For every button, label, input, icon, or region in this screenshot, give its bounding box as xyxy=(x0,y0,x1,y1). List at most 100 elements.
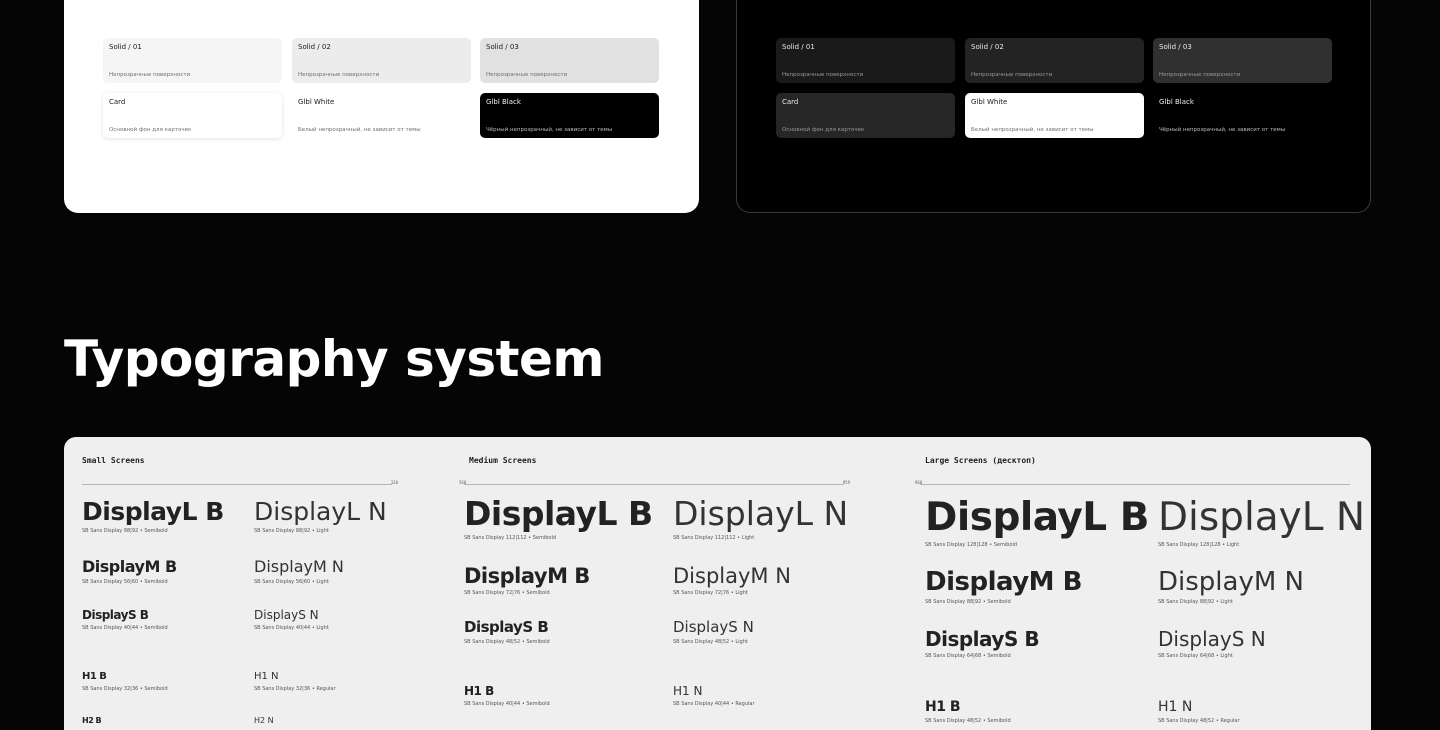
type-sample-spec: SB Sans Display 72|76 • Semibold xyxy=(464,590,550,597)
type-sample-name: H1 N xyxy=(1158,699,1193,715)
type-sample: H1 N SB Sans Display 48|52 • Regular xyxy=(1158,700,1240,724)
type-sample-name: H1 B xyxy=(925,699,961,715)
type-sample: DisplayM N SB Sans Display 56|60 • Light xyxy=(254,557,344,585)
type-sample-spec: SB Sans Display 128|128 • Semibold xyxy=(925,541,1018,548)
type-sample-name: DisplayS N xyxy=(254,608,319,622)
color-tile: Glbl White Белый непрозрачный, не зависит… xyxy=(292,93,471,138)
color-tile-description: Непрозрачные поверхности xyxy=(486,72,568,78)
type-sample: DisplayL N SB Sans Display 112|112 • Ligh… xyxy=(673,496,848,541)
color-tile-description: Непрозрачные поверхности xyxy=(782,72,864,78)
color-tile: Solid / 02 Непрозрачные поверхности xyxy=(292,38,471,83)
type-sample-spec: SB Sans Display 88|92 • Light xyxy=(254,528,329,535)
type-sample-spec: SB Sans Display 112|112 • Light xyxy=(673,534,755,541)
type-sample-name: DisplayS N xyxy=(673,618,754,636)
color-tile: Solid / 01 Непрозрачные поверхности xyxy=(776,38,955,83)
type-sample: DisplayL B SB Sans Display 112|112 • Semi… xyxy=(464,496,653,541)
type-sample-spec: SB Sans Display 88|92 • Semibold xyxy=(82,528,168,535)
color-tile: Card Основной фон для карточек xyxy=(103,93,282,138)
type-sample: H1 N SB Sans Display 40|44 • Regular xyxy=(673,685,755,707)
color-tile-name: Solid / 01 xyxy=(109,43,142,51)
type-sample-name: DisplayL B xyxy=(82,497,224,526)
type-sample: DisplayS N SB Sans Display 40|44 • Light xyxy=(254,609,329,631)
color-tile-name: Glbl Black xyxy=(486,98,521,106)
large-screens-ruler: 960 xyxy=(915,480,1350,485)
type-sample-name: DisplayS B xyxy=(82,608,149,622)
type-sample: DisplayM B SB Sans Display 56|60 • Semibo… xyxy=(82,557,177,585)
type-sample-spec: SB Sans Display 56|60 • Semibold xyxy=(82,578,168,585)
small-screens-ruler: 320 xyxy=(82,480,398,485)
type-sample-spec: SB Sans Display 48|52 • Regular xyxy=(1158,717,1240,724)
type-sample: DisplayS N SB Sans Display 48|52 • Light xyxy=(673,618,754,645)
type-sample-name: H2 B xyxy=(82,716,102,725)
color-tile-description: Основной фон для карточек xyxy=(109,127,192,133)
medium-screens-heading: Medium Screens xyxy=(469,456,537,465)
type-sample-spec: SB Sans Display 88|92 • Semibold xyxy=(925,599,1011,606)
type-sample: H1 B SB Sans Display 48|52 • Semibold xyxy=(925,700,1011,724)
type-sample-spec: SB Sans Display 48|52 • Light xyxy=(673,638,748,645)
light-theme-panel: Полупрозрачные поверхностиПолупрозрачные… xyxy=(64,0,699,213)
type-sample: H1 N SB Sans Display 32|36 • Regular xyxy=(254,671,336,691)
color-tile-name: Glbl Black xyxy=(1159,98,1194,106)
type-sample-name: DisplayS B xyxy=(464,618,549,636)
type-sample: DisplayS B SB Sans Display 48|52 • Semibo… xyxy=(464,618,550,645)
type-sample-spec: SB Sans Display 48|52 • Semibold xyxy=(464,638,550,645)
color-tile: Solid / 02 Непрозрачные поверхности xyxy=(965,38,1144,83)
type-sample: DisplayM N SB Sans Display 72|76 • Light xyxy=(673,565,791,596)
type-sample-spec: SB Sans Display 56|60 • Light xyxy=(254,578,329,585)
type-sample-spec: SB Sans Display 88|92 • Light xyxy=(1158,599,1233,606)
section-title: Typography system xyxy=(64,330,605,388)
color-tile-name: Glbl White xyxy=(298,98,335,106)
color-tile-description: Белый непрозрачный, не зависит от темы xyxy=(298,127,421,133)
type-sample-name: DisplayM N xyxy=(254,557,344,576)
color-tile-name: Glbl White xyxy=(971,98,1008,106)
color-tile-description: Чёрный непрозрачный, не зависит от темы xyxy=(1159,127,1286,133)
medium-screens-ruler: 560 959 xyxy=(459,480,850,485)
type-sample-name: DisplayS B xyxy=(925,627,1040,651)
color-tile: Glbl Black Чёрный непрозрачный, не зависи… xyxy=(1153,93,1332,138)
ruler-right-label: 320 xyxy=(390,480,398,485)
type-sample-name: DisplayM B xyxy=(925,567,1082,597)
color-tile-description: Непрозрачные поверхности xyxy=(971,72,1053,78)
type-sample-spec: SB Sans Display 64|68 • Light xyxy=(1158,653,1233,659)
type-sample-name: DisplayL B xyxy=(925,495,1149,540)
type-sample: DisplayM B SB Sans Display 72|76 • Semibo… xyxy=(464,565,590,596)
type-sample-spec: SB Sans Display 64|68 • Semibold xyxy=(925,653,1011,659)
type-sample-name: DisplayM B xyxy=(464,564,590,588)
color-tile-description: Непрозрачные поверхности xyxy=(1159,72,1241,78)
type-sample-spec: SB Sans Display 40|44 • Light xyxy=(254,624,329,631)
type-sample-spec: SB Sans Display 40|44 • Semibold xyxy=(82,624,168,631)
small-screens-heading: Small Screens xyxy=(82,456,145,465)
color-tile-name: Card xyxy=(782,98,799,106)
type-sample-name: DisplayL N xyxy=(254,497,387,526)
type-sample-spec: SB Sans Display 48|52 • Semibold xyxy=(925,717,1011,724)
color-tile-description: Чёрный непрозрачный, не зависит от темы xyxy=(486,127,613,133)
color-tile-name: Solid / 03 xyxy=(1159,43,1192,51)
large-screens-heading: Large Screens (десктоп) xyxy=(925,456,1036,465)
type-sample-name: DisplayM N xyxy=(673,564,791,588)
type-sample-name: H1 N xyxy=(673,684,703,698)
type-sample-spec: SB Sans Display 112|112 • Semibold xyxy=(464,534,557,541)
type-sample-name: H1 B xyxy=(464,684,494,698)
color-tile: Solid / 03 Непрозрачные поверхности xyxy=(1153,38,1332,83)
ruler-right-label: 959 xyxy=(842,480,850,485)
type-sample-spec: SB Sans Display 128|128 • Light xyxy=(1158,541,1240,548)
type-sample: DisplayS N SB Sans Display 64|68 • Light xyxy=(1158,629,1266,660)
type-sample-name: DisplayM B xyxy=(82,557,177,576)
color-tile-description: Основной фон для карточек xyxy=(782,127,865,133)
type-sample: H1 B SB Sans Display 40|44 • Semibold xyxy=(464,685,550,707)
type-sample-name: DisplayL N xyxy=(1158,495,1366,540)
color-tile-description: Непрозрачные поверхности xyxy=(298,72,380,78)
typography-card: Small Screens 320 Medium Screens 560 959… xyxy=(64,437,1371,730)
color-tile: Glbl Black Чёрный непрозрачный, не зависи… xyxy=(480,93,659,138)
type-sample: H2 B xyxy=(82,716,102,728)
type-sample: DisplayL B SB Sans Display 128|128 • Semi… xyxy=(925,495,1149,548)
type-sample-spec: SB Sans Display 72|76 • Light xyxy=(673,590,748,597)
color-tile: Card Основной фон для карточек xyxy=(776,93,955,138)
color-tile-name: Card xyxy=(109,98,126,106)
type-sample: DisplayL B SB Sans Display 88|92 • Semibo… xyxy=(82,497,224,535)
color-tile-name: Solid / 01 xyxy=(782,43,815,51)
type-sample: DisplayM N SB Sans Display 88|92 • Light xyxy=(1158,568,1304,606)
type-sample: DisplayL N SB Sans Display 128|128 • Ligh… xyxy=(1158,495,1366,548)
color-tile: Solid / 01 Непрозрачные поверхности xyxy=(103,38,282,83)
color-tile-description: Белый непрозрачный, не зависит от темы xyxy=(971,127,1094,133)
